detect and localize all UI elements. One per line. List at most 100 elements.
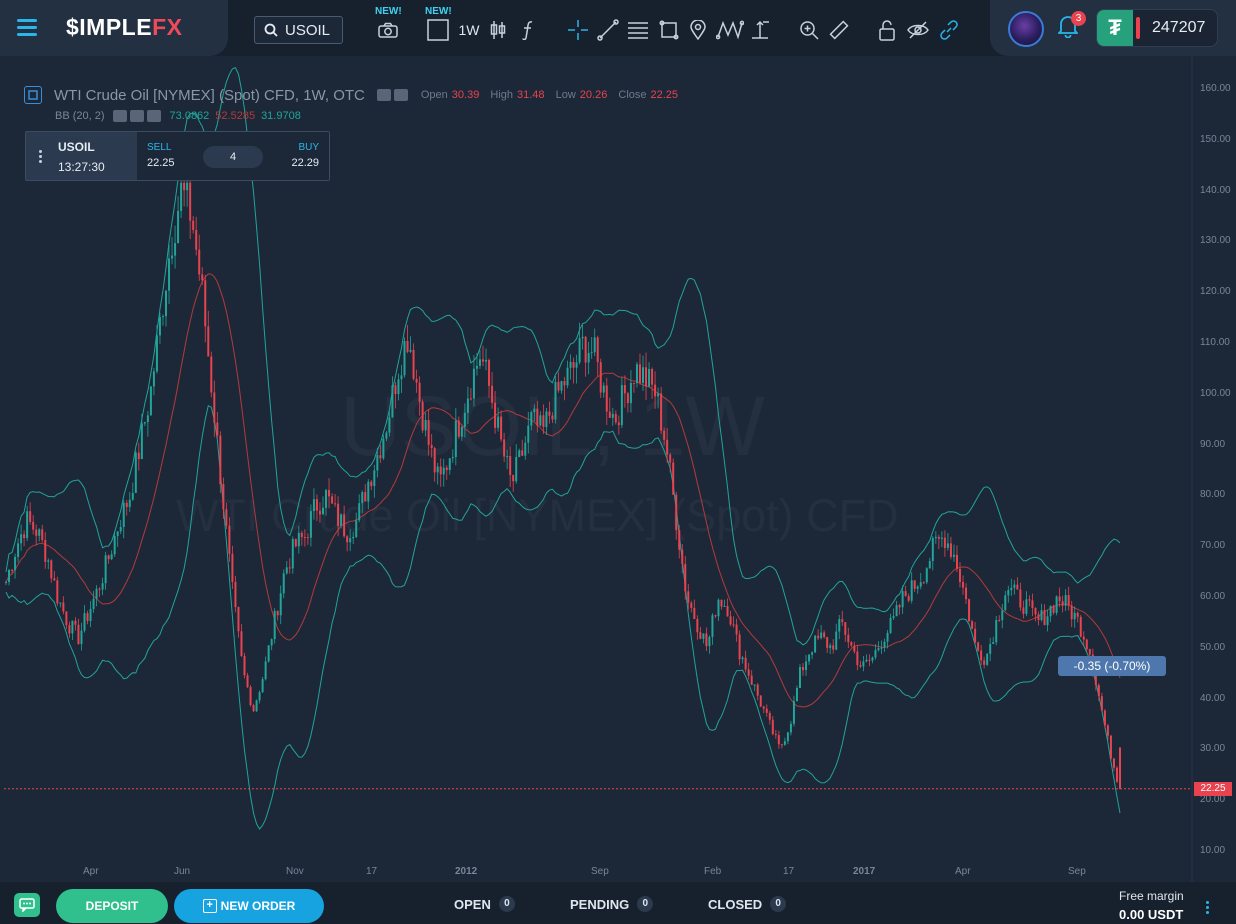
- y-tick-label: 100.00: [1200, 387, 1231, 399]
- symbol-icon[interactable]: [24, 86, 42, 104]
- candle-body: [1016, 584, 1019, 590]
- candle-body: [168, 258, 171, 291]
- buy-price[interactable]: 22.29: [291, 157, 319, 169]
- candle-body: [343, 514, 346, 537]
- candle-body: [116, 531, 119, 537]
- close-icon[interactable]: [146, 110, 161, 122]
- x-tick-label: Feb: [704, 866, 722, 877]
- menu-icon[interactable]: [17, 19, 37, 36]
- y-tick-label: 20.00: [1200, 794, 1226, 806]
- candle-body: [723, 605, 726, 607]
- candle-body: [1067, 595, 1070, 606]
- candle-body: [551, 415, 554, 420]
- candle-body: [1070, 605, 1073, 620]
- eye-off-icon[interactable]: [906, 18, 930, 42]
- candle-body: [309, 511, 312, 538]
- tab-open[interactable]: OPEN 0: [454, 896, 515, 912]
- layout-icon[interactable]: [426, 18, 450, 42]
- candle-body: [418, 382, 421, 402]
- buy-label[interactable]: BUY: [298, 142, 319, 153]
- timeframe-button[interactable]: 1W: [459, 18, 480, 42]
- pin-icon[interactable]: [688, 18, 708, 42]
- brand-logo[interactable]: $IMPLEFX: [66, 14, 182, 41]
- candle-body: [207, 326, 210, 357]
- candles-icon[interactable]: [489, 18, 507, 42]
- trade-widget-info[interactable]: USOIL 13:27:30: [26, 132, 137, 180]
- candle-body: [355, 520, 358, 537]
- ruler-icon[interactable]: [828, 18, 850, 42]
- measure-icon[interactable]: [749, 18, 771, 42]
- candle-body: [735, 624, 738, 635]
- function-icon[interactable]: [519, 18, 537, 42]
- chart-legend: WTI Crude Oil [NYMEX] (Spot) CFD, 1W, OT…: [24, 86, 686, 104]
- balance-button[interactable]: ₮ 247207: [1096, 9, 1218, 47]
- lock-icon[interactable]: [877, 18, 897, 42]
- chart-area[interactable]: USOIL, 1W WTI Crude Oil [NYMEX] (Spot) C…: [0, 56, 1236, 882]
- candle-body: [777, 735, 780, 745]
- candle-body: [992, 642, 995, 644]
- sell-label[interactable]: SELL: [147, 142, 171, 153]
- eye-icon[interactable]: [376, 89, 391, 101]
- candle-body: [729, 616, 732, 625]
- camera-icon[interactable]: [377, 18, 399, 42]
- candle-body: [871, 657, 874, 661]
- candle-body: [802, 667, 805, 671]
- candle-body: [334, 503, 337, 505]
- candle-body: [823, 632, 826, 638]
- candle-body: [171, 255, 174, 259]
- tab-pending[interactable]: PENDING 0: [570, 896, 654, 912]
- candle-body: [925, 568, 928, 583]
- more-icon[interactable]: [1206, 901, 1209, 916]
- chat-icon[interactable]: [14, 893, 40, 917]
- zoom-icon[interactable]: [798, 18, 820, 42]
- candle-body: [122, 502, 125, 528]
- candle-body: [838, 619, 841, 632]
- settings-icon[interactable]: [393, 89, 408, 101]
- drag-handle-icon[interactable]: [39, 150, 42, 165]
- deposit-button[interactable]: DEPOSIT: [56, 889, 168, 923]
- new-order-button[interactable]: + NEW ORDER: [174, 889, 324, 923]
- lot-size-input[interactable]: 4: [203, 146, 263, 168]
- candle-body: [478, 359, 481, 366]
- settings-icon[interactable]: [129, 110, 144, 122]
- free-margin-value: 0.00 USDT: [1119, 907, 1184, 922]
- tab-count: 0: [770, 896, 787, 912]
- candle-body: [86, 613, 89, 621]
- trendline-icon[interactable]: [597, 18, 619, 42]
- candle-body: [895, 605, 898, 617]
- candle-body: [983, 660, 986, 665]
- candle-body: [789, 723, 792, 733]
- candle-body: [315, 499, 318, 511]
- link-icon[interactable]: [937, 18, 961, 42]
- candle-body: [687, 591, 690, 603]
- candle-body: [593, 337, 596, 353]
- candle-body: [542, 415, 545, 428]
- y-tick-label: 50.00: [1200, 641, 1226, 653]
- candle-body: [379, 455, 382, 459]
- candle-body: [811, 652, 814, 655]
- candle-body: [488, 359, 491, 386]
- candle-body: [143, 422, 146, 424]
- candle-body: [765, 708, 768, 713]
- candle-body: [708, 636, 711, 647]
- rectangle-icon[interactable]: [658, 18, 680, 42]
- candle-body: [264, 661, 267, 680]
- tab-closed[interactable]: CLOSED 0: [708, 896, 787, 912]
- candle-body: [183, 182, 186, 191]
- sell-price[interactable]: 22.25: [147, 157, 175, 169]
- avatar[interactable]: [1008, 11, 1044, 47]
- x-tick-label: Sep: [1068, 866, 1086, 877]
- candle-body: [255, 700, 258, 712]
- x-tick-label: 17: [783, 866, 795, 877]
- candle-body: [388, 417, 391, 433]
- candle-body: [370, 481, 373, 487]
- symbol-search-button[interactable]: USOIL: [254, 16, 343, 44]
- eye-icon[interactable]: [112, 110, 127, 122]
- crosshair-icon[interactable]: [567, 18, 589, 42]
- pattern-icon[interactable]: [716, 18, 744, 42]
- candle-body: [500, 416, 503, 440]
- current-price-label: 22.25: [1194, 781, 1232, 796]
- x-tick-label: Sep: [591, 866, 609, 877]
- candle-body: [575, 362, 578, 368]
- fib-icon[interactable]: [627, 18, 649, 42]
